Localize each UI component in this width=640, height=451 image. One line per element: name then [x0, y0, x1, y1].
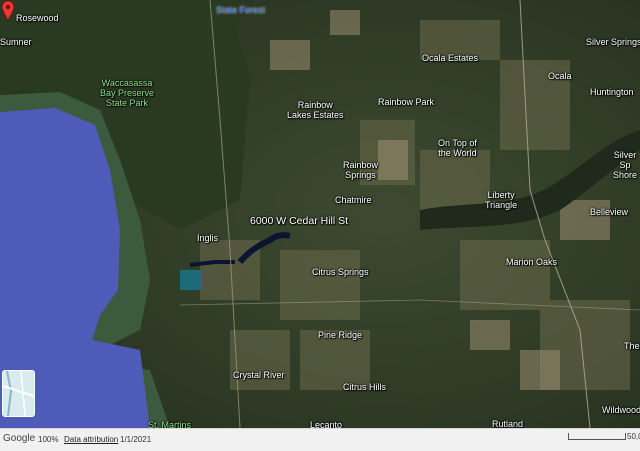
label-ocala-estates: Ocala Estates: [422, 53, 479, 63]
label-huntington: Huntington: [590, 87, 634, 97]
label-rainbow-park: Rainbow Park: [378, 97, 435, 107]
label-silver-springs-shores: Silver Sp Shore: [612, 150, 638, 180]
label-st-martins: St. Martins: [148, 420, 192, 428]
label-address: 6000 W Cedar Hill St: [250, 215, 349, 227]
location-pin-icon[interactable]: [0, 0, 16, 22]
status-bar: Google 100% Data attribution 1/1/2021 50…: [0, 428, 640, 451]
google-logo: Google: [3, 433, 36, 444]
label-rainbow-lakes: Rainbow Lakes Estates: [287, 100, 344, 120]
label-sumner: Sumner: [0, 37, 32, 47]
label-rutland: Rutland: [492, 419, 524, 428]
label-state-forest: State Forest: [216, 5, 266, 15]
roadmap-thumbnail-icon: [3, 371, 34, 416]
label-citrus-hills: Citrus Hills: [343, 382, 387, 392]
label-on-top-of-the-world: On Top of the World: [438, 138, 477, 158]
imagery-date: 1/1/2021: [120, 435, 152, 444]
label-liberty-triangle: Liberty Triangle: [485, 190, 518, 210]
label-ocala: Ocala: [548, 71, 572, 81]
scale-label: 50,0: [627, 432, 640, 441]
map-type-thumbnail[interactable]: [2, 370, 35, 417]
label-preserve: Waccasassa Bay Preserve State Park: [100, 78, 155, 108]
label-lecanto: Lecanto: [310, 420, 343, 428]
satellite-map[interactable]: Rosewood Sumner State Forest Waccasassa …: [0, 0, 640, 428]
label-rosewood: Rosewood: [16, 13, 59, 23]
label-pine-ridge: Pine Ridge: [318, 330, 363, 340]
terrain-layer: [0, 0, 640, 428]
label-marion-oaks: Marion Oaks: [506, 257, 558, 267]
label-rainbow-springs: Rainbow Springs: [343, 160, 379, 180]
label-edge-the: The: [624, 341, 640, 351]
label-crystal-river: Crystal River: [233, 370, 285, 380]
label-chatmire: Chatmire: [335, 195, 372, 205]
scale-bar: [568, 433, 626, 440]
label-citrus-springs: Citrus Springs: [312, 267, 369, 277]
label-inglis: Inglis: [197, 233, 219, 243]
label-wildwood: Wildwood: [602, 405, 640, 415]
label-belleview: Belleview: [590, 207, 629, 217]
label-silver-springs: Silver Springs: [586, 37, 640, 47]
data-attribution-link[interactable]: Data attribution: [64, 435, 118, 444]
zoom-level: 100%: [38, 435, 59, 444]
